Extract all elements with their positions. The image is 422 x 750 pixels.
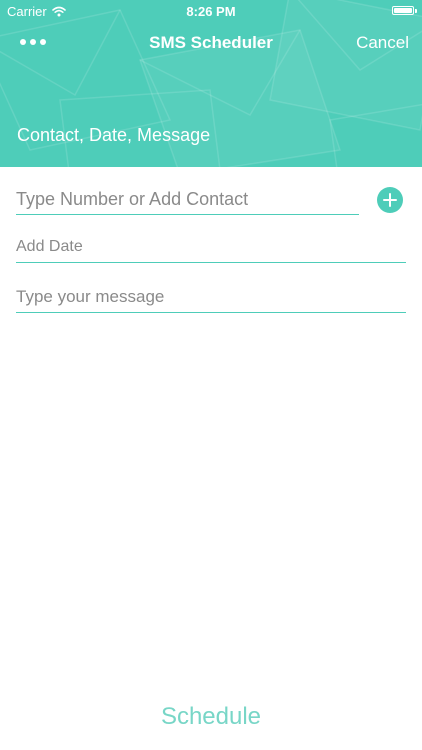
header-banner: Carrier 8:26 PM SMS Scheduler Cancel Con… (0, 0, 422, 167)
schedule-button[interactable]: Schedule (0, 703, 422, 731)
add-contact-button[interactable] (377, 187, 403, 213)
battery-icon (392, 6, 414, 15)
status-time: 8:26 PM (186, 4, 236, 19)
message-input[interactable] (16, 285, 406, 309)
number-field-container (16, 186, 359, 215)
navigation-bar: SMS Scheduler Cancel (0, 22, 422, 66)
date-input[interactable] (16, 236, 406, 258)
message-field-container (16, 285, 406, 313)
status-bar: Carrier 8:26 PM (0, 0, 422, 22)
battery-tip (415, 9, 417, 13)
sms-scheduler-screen: Carrier 8:26 PM SMS Scheduler Cancel Con… (0, 0, 422, 750)
plus-circle-icon (383, 193, 397, 207)
number-input[interactable] (16, 186, 359, 212)
date-field-container (16, 236, 406, 263)
cancel-button[interactable]: Cancel (356, 33, 409, 53)
battery-level (394, 8, 412, 13)
section-title: Contact, Date, Message (17, 125, 211, 145)
